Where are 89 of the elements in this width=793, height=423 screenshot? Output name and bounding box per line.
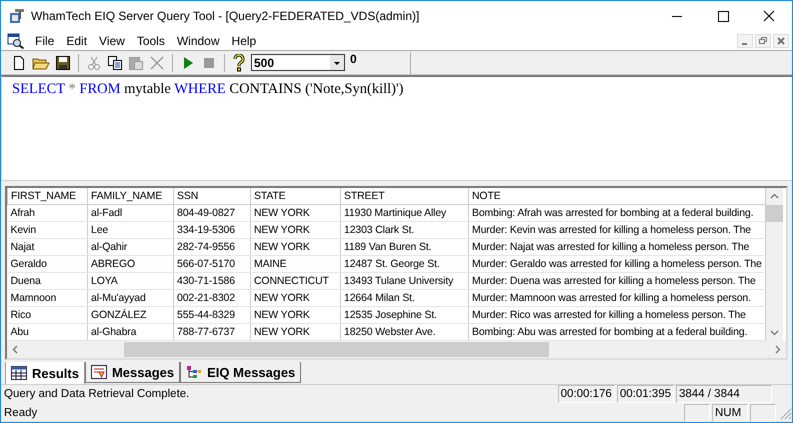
paste-icon[interactable] <box>128 54 144 71</box>
table-cell: al-Qahir <box>88 238 174 256</box>
table-icon <box>11 366 27 380</box>
vertical-scrollbar[interactable] <box>766 188 783 342</box>
table-cell: LOYA <box>88 272 174 290</box>
status-text: Ready <box>3 406 38 419</box>
table-cell: NEW YORK <box>250 238 340 256</box>
new-file-icon[interactable] <box>11 54 27 71</box>
row-limit-dropdown[interactable]: 500 <box>251 54 345 72</box>
table-cell: 555-44-8329 <box>174 306 250 324</box>
table-cell: Murder: Mamnoon was arrested for killing a homeless person. <box>468 290 766 307</box>
table-cell: 13493 Tulane University <box>340 272 468 290</box>
table-cell: Murder: Duena was arrested for killing a homeless person. The <box>468 272 766 290</box>
table-cell: ABREGO <box>88 256 174 273</box>
save-icon[interactable] <box>55 54 71 71</box>
message-list-icon <box>90 365 107 380</box>
horizontal-scrollbar[interactable] <box>7 341 786 358</box>
help-icon[interactable] <box>232 54 246 72</box>
status-pane <box>684 404 710 422</box>
copy-icon[interactable] <box>107 54 123 71</box>
menu-item[interactable]: View <box>93 34 131 48</box>
column-header[interactable]: FAMILY_NAME <box>88 188 174 205</box>
table-cell: NEW YORK <box>250 204 340 222</box>
column-header[interactable]: FIRST_NAME <box>8 188 88 205</box>
menu-item[interactable]: Tools <box>130 34 171 48</box>
resize-grip-icon[interactable] <box>778 406 792 420</box>
menu-item[interactable]: Help <box>226 34 262 48</box>
sql-query: SELECT * FROM mytable WHERE CONTAINS ('Note,Syn(kill)') <box>12 80 404 98</box>
table-cell: NEW YORK <box>250 290 340 307</box>
table-cell: Duena <box>8 272 88 290</box>
table-cell: Murder: Rico was arrested for killing a homeless person. The <box>468 306 766 324</box>
query-editor[interactable]: SELECT * FROM mytable WHERE CONTAINS ('Note,Syn(kill)') <box>1 74 792 180</box>
table-cell: Geraldo <box>8 256 88 273</box>
table-cell: Murder: Najat was arrested for killing a homeless person. The <box>468 238 766 256</box>
table-cell: Afrah <box>8 204 88 222</box>
table-cell: 12535 Josephine St. <box>340 306 468 324</box>
table-cell: CONNECTICUT <box>250 272 340 290</box>
status-pane: 3844 / 3844 <box>676 385 772 404</box>
status-pane: 00:01:395 <box>616 385 674 404</box>
scroll-thumb[interactable] <box>766 205 783 222</box>
table-cell: GONZÁLEZ <box>88 306 174 324</box>
table-cell: Mamnoon <box>8 290 88 307</box>
table-cell: 282-74-9556 <box>174 238 250 256</box>
table-cell: Rico <box>8 306 88 324</box>
table-cell: Murder: Kevin was arrested for killing a homeless person. The <box>468 222 766 239</box>
menu-item[interactable]: Edit <box>60 34 94 48</box>
table-cell: 804-49-0827 <box>174 204 250 222</box>
app-icon <box>9 8 25 24</box>
menu-item[interactable]: Window <box>170 34 226 48</box>
row-count: 0 <box>350 52 411 74</box>
tab[interactable]: EIQ Messages <box>180 362 302 384</box>
tree-icon <box>186 365 202 380</box>
delete-icon[interactable] <box>149 54 165 71</box>
num-lock-indicator: NUM <box>712 404 748 422</box>
column-header[interactable]: STATE <box>250 188 340 205</box>
status-pane <box>750 404 776 422</box>
table-cell: 566-07-5170 <box>174 256 250 273</box>
tab[interactable]: Messages <box>84 362 180 384</box>
table-cell: NEW YORK <box>250 222 340 239</box>
table-cell: 12303 Clark St. <box>340 222 468 239</box>
scroll-thumb[interactable] <box>124 342 549 358</box>
document-search-icon[interactable] <box>7 32 25 49</box>
table-cell: 430-71-1586 <box>174 272 250 290</box>
menu-item[interactable]: File <box>29 34 60 48</box>
restore-icon[interactable] <box>755 34 771 48</box>
column-header[interactable]: STREET <box>340 188 468 205</box>
table-cell: al-Mu'ayyad <box>88 290 174 307</box>
table-cell: MAINE <box>250 256 340 273</box>
table-cell: Lee <box>88 222 174 239</box>
table-cell: 1189 Van Buren St. <box>340 238 468 256</box>
table-cell: 11930 Martinique Alley <box>340 204 468 222</box>
table-cell: 002-21-8302 <box>174 290 250 307</box>
minimize-icon[interactable] <box>737 34 753 48</box>
table-cell: Najat <box>8 238 88 256</box>
table-cell: NEW YORK <box>250 306 340 324</box>
column-header[interactable]: SSN <box>174 188 250 205</box>
tab[interactable]: Results <box>5 362 85 386</box>
status-pane: 00:00:176 <box>558 385 615 404</box>
table-cell: Kevin <box>8 222 88 239</box>
column-header[interactable]: NOTE <box>468 188 766 205</box>
table-cell: Bombing: Afrah was arrested for bombing at a federal building. <box>468 204 766 222</box>
table-cell: Murder: Geraldo was arrested for killing a homeless person. The <box>468 256 766 273</box>
table-cell: 12487 St. George St. <box>340 256 468 273</box>
table-cell: al-Fadl <box>88 204 174 222</box>
status-message: Query and Data Retrieval Complete. <box>3 388 190 400</box>
table-cell: 12664 Milan St. <box>340 290 468 307</box>
table-cell: 334-19-5306 <box>174 222 250 239</box>
window-title: WhamTech EIQ Server Query Tool - [Query2-FEDERATED_VDS(admin)] <box>31 9 420 23</box>
scissors-icon[interactable] <box>86 54 102 71</box>
